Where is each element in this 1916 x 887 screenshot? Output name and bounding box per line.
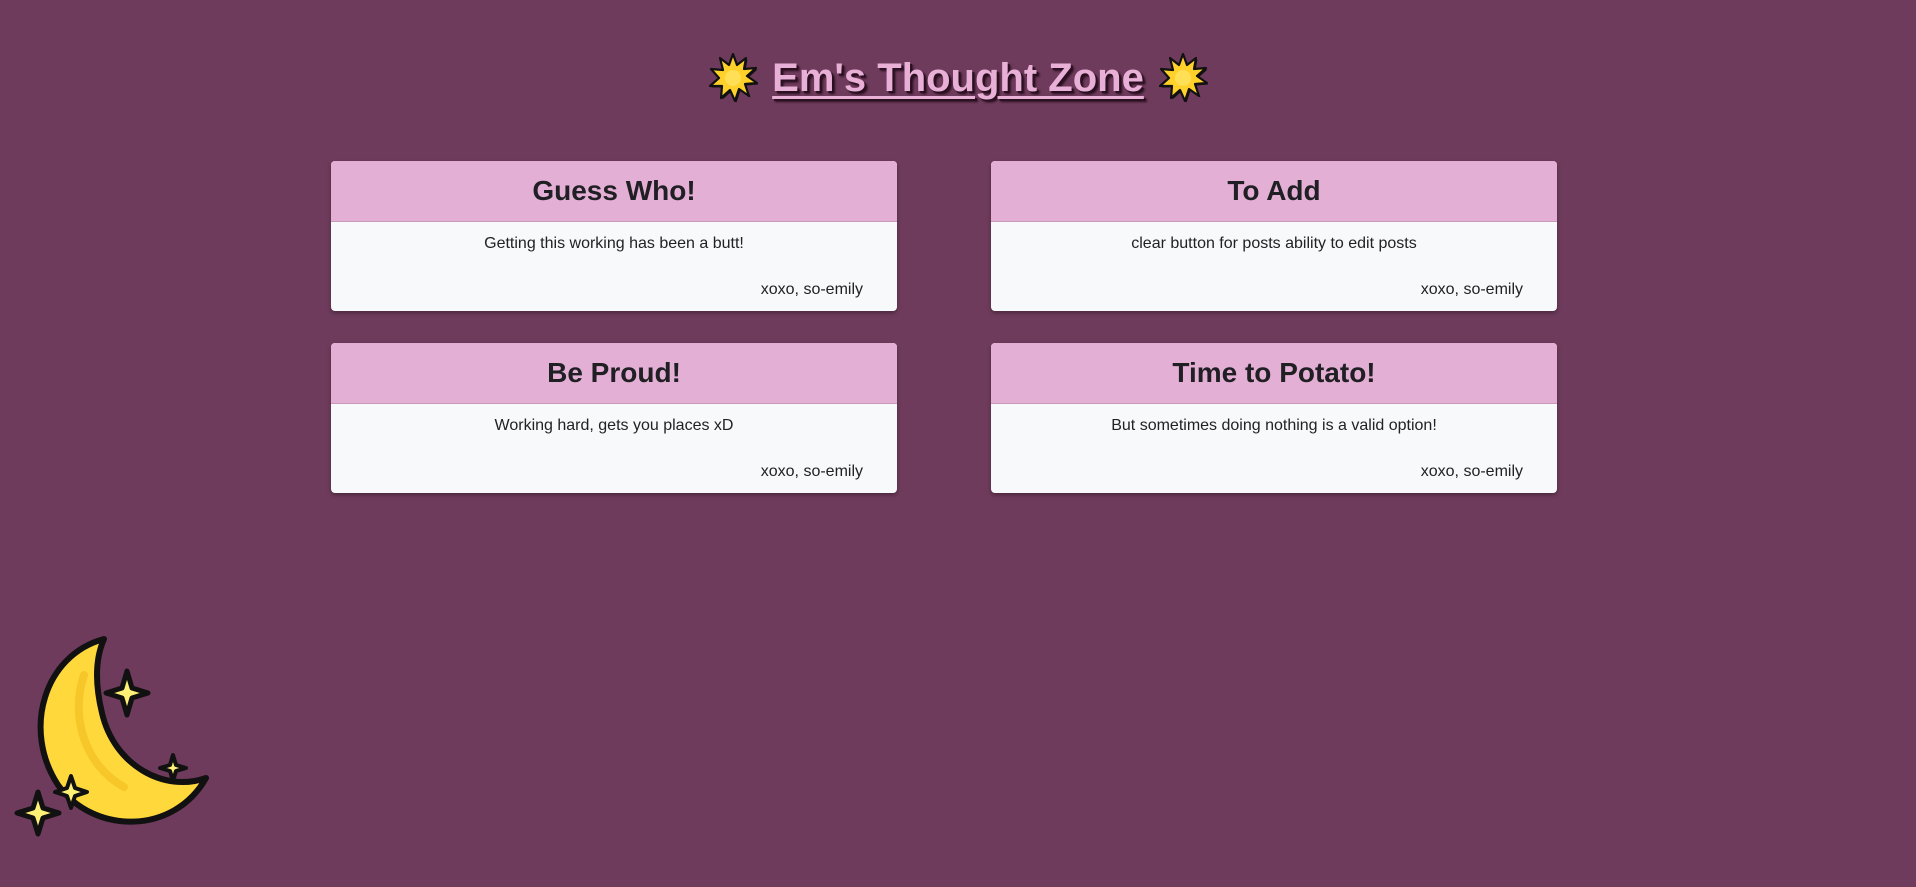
post-title: To Add: [991, 161, 1557, 222]
page: Em's Thought Zone Guess Who! Getting thi…: [0, 0, 1916, 887]
sun-icon: [1158, 53, 1208, 103]
post-signature: xoxo, so-emily: [760, 281, 863, 298]
page-title[interactable]: Em's Thought Zone: [772, 48, 1144, 108]
post-body: clear button for posts ability to edit p…: [1131, 235, 1417, 252]
post-signature: xoxo, so-emily: [760, 463, 863, 480]
post-card: Guess Who! Getting this working has been…: [331, 161, 897, 311]
post-card: Be Proud! Working hard, gets you places …: [331, 343, 897, 493]
page-header: Em's Thought Zone: [0, 48, 1916, 108]
post-body: But sometimes doing nothing is a valid o…: [1111, 417, 1437, 434]
posts-grid: Guess Who! Getting this working has been…: [331, 161, 1557, 493]
post-signature: xoxo, so-emily: [1420, 281, 1523, 298]
post-body: Getting this working has been a butt!: [484, 235, 744, 252]
moon-stars-icon: [14, 636, 209, 837]
post-card: Time to Potato! But sometimes doing noth…: [991, 343, 1557, 493]
post-signature: xoxo, so-emily: [1420, 463, 1523, 480]
post-title: Time to Potato!: [991, 343, 1557, 404]
post-title: Be Proud!: [331, 343, 897, 404]
post-body: Working hard, gets you places xD: [494, 417, 734, 434]
post-card: To Add clear button for posts ability to…: [991, 161, 1557, 311]
sun-icon: [709, 53, 759, 103]
post-title: Guess Who!: [331, 161, 897, 222]
